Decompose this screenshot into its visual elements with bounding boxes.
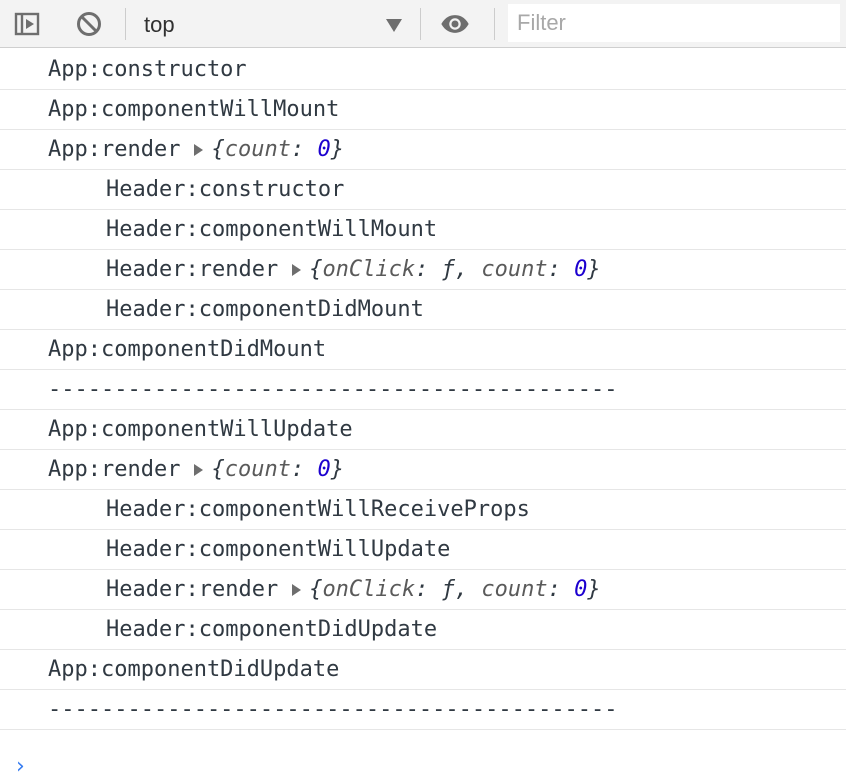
console-message: App:constructor <box>0 50 846 90</box>
toolbar-separator <box>125 8 126 40</box>
console-message-text: App:componentDidUpdate <box>48 657 340 682</box>
console-prompt[interactable]: › <box>0 744 846 784</box>
object-preview[interactable]: {onClick: ƒ, count: 0} <box>309 577 600 602</box>
eye-icon[interactable] <box>440 9 470 39</box>
console-message: ----------------------------------------… <box>0 690 846 730</box>
console-message-text: App:render <box>48 137 181 162</box>
object-value: 0 <box>317 137 331 162</box>
console-message-text: Header:render <box>106 577 279 602</box>
object-preview[interactable]: {onClick: ƒ, count: 0} <box>309 257 600 282</box>
console-message-text: ----------------------------------------… <box>48 697 618 722</box>
object-value: 0 <box>574 577 588 602</box>
console-message: Header:constructor <box>0 170 846 210</box>
toolbar-separator <box>420 8 421 40</box>
object-key: count <box>224 457 291 482</box>
console-message-text: Header:componentWillUpdate <box>106 537 451 562</box>
console-message-text: Header:componentDidUpdate <box>106 617 438 642</box>
console-message-text: Header:render <box>106 257 279 282</box>
object-key: onClick <box>322 577 416 602</box>
console-message-text: App:componentWillUpdate <box>48 417 353 442</box>
console-messages: App:constructor App:componentWillMount App… <box>0 50 846 730</box>
object-value: 0 <box>317 457 331 482</box>
console-message-text: App:render <box>48 457 181 482</box>
expand-triangle-icon[interactable] <box>292 583 302 596</box>
console-message: App:render {count: 0} <box>0 450 846 490</box>
prompt-chevron-icon: › <box>16 754 25 779</box>
console-message-text: ----------------------------------------… <box>48 377 618 402</box>
console-message: Header:render {onClick: ƒ, count: 0} <box>0 570 846 610</box>
object-key: count <box>224 137 291 162</box>
object-key: count <box>481 577 548 602</box>
console-message: Header:componentDidUpdate <box>0 610 846 650</box>
console-message: Header:componentWillReceiveProps <box>0 490 846 530</box>
console-message: App:componentWillUpdate <box>0 410 846 450</box>
expand-triangle-icon[interactable] <box>194 463 204 476</box>
console-toolbar: top <box>0 0 846 48</box>
object-preview[interactable]: {count: 0} <box>211 137 343 162</box>
object-value: ƒ <box>441 257 455 282</box>
console-message: Header:componentWillMount <box>0 210 846 250</box>
console-message: App:componentDidUpdate <box>0 650 846 690</box>
console-message: App:componentWillMount <box>0 90 846 130</box>
object-value: 0 <box>574 257 588 282</box>
clear-console-icon[interactable] <box>74 9 104 39</box>
toolbar-separator <box>494 8 495 40</box>
console-message: Header:componentWillUpdate <box>0 530 846 570</box>
console-message: ----------------------------------------… <box>0 370 846 410</box>
sidebar-toggle-icon[interactable] <box>12 9 42 39</box>
context-label: top <box>144 12 175 37</box>
object-value: ƒ <box>441 577 455 602</box>
console-message: Header:render {onClick: ƒ, count: 0} <box>0 250 846 290</box>
console-message-text: Header:componentWillReceiveProps <box>106 497 530 522</box>
console-message: Header:componentDidMount <box>0 290 846 330</box>
dropdown-arrow-icon <box>386 19 402 32</box>
console-message-text: Header:componentWillMount <box>106 217 438 242</box>
console-message-text: Header:constructor <box>106 177 345 202</box>
console-message-text: App:componentWillMount <box>48 97 340 122</box>
object-key: onClick <box>322 257 416 282</box>
object-preview[interactable]: {count: 0} <box>211 457 343 482</box>
filter-input[interactable] <box>508 4 840 42</box>
context-selector[interactable]: top <box>134 6 410 42</box>
console-message: App:render {count: 0} <box>0 130 846 170</box>
console-message-text: App:constructor <box>48 57 247 82</box>
expand-triangle-icon[interactable] <box>194 143 204 156</box>
console-message: App:componentDidMount <box>0 330 846 370</box>
console-message-text: Header:componentDidMount <box>106 297 424 322</box>
expand-triangle-icon[interactable] <box>292 263 302 276</box>
console-message-text: App:componentDidMount <box>48 337 327 362</box>
object-key: count <box>481 257 548 282</box>
